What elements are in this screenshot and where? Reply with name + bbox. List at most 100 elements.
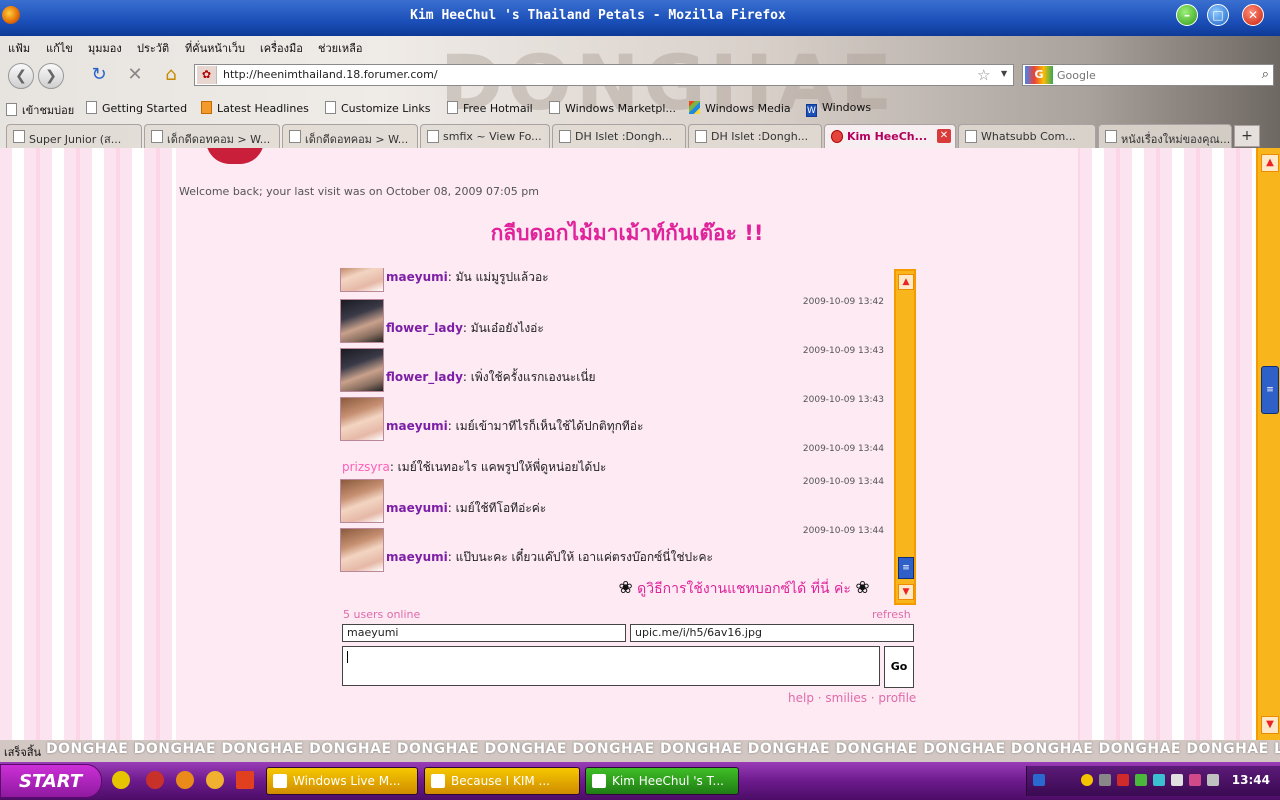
tray-icon[interactable] (1189, 774, 1201, 786)
tab-label: DH Islet :Dongh... (575, 130, 673, 143)
tab-dh-islet-1[interactable]: DH Islet :Dongh... (552, 124, 686, 148)
avatar[interactable] (340, 348, 384, 392)
menu-help[interactable]: ช่วยเหลือ (318, 39, 362, 57)
volume-icon[interactable] (1207, 774, 1219, 786)
menu-view[interactable]: มุมมอง (88, 39, 122, 57)
chat-username[interactable]: maeyumi (386, 501, 448, 515)
bookmark-most-visited[interactable]: เข้าชมบ่อย (6, 101, 74, 119)
bookmark-free-hotmail[interactable]: Free Hotmail (447, 101, 533, 115)
bookmark-star-icon[interactable]: ☆ (977, 66, 990, 84)
chat-username[interactable]: maeyumi (386, 550, 448, 564)
users-online[interactable]: 5 users online (343, 608, 420, 621)
chat-howto-link[interactable]: ❀ ดูวิธีการใช้งานแชทบอกซ์ได้ ที่นี่ ค่ะ … (176, 578, 1256, 600)
bookmark-getting-started[interactable]: Getting Started (86, 101, 187, 115)
scroll-down-icon[interactable]: ▼ (1261, 716, 1279, 734)
quicklaunch-icon[interactable] (206, 771, 224, 789)
status-text: เสร็จสิ้น (4, 746, 42, 759)
tab-dh-islet-2[interactable]: DH Islet :Dongh... (688, 124, 822, 148)
tray-icon[interactable] (1117, 774, 1129, 786)
clock[interactable]: 13:44 (1232, 773, 1270, 787)
chevron-down-icon[interactable]: ▼ (1001, 69, 1007, 78)
chat-username[interactable]: flower_lady (386, 370, 463, 384)
menu-edit[interactable]: แก้ไข (46, 39, 73, 57)
chat-username[interactable]: maeyumi (386, 270, 448, 284)
chat-scroll-thumb[interactable]: ≡ (898, 557, 914, 579)
bookmark-windows-marketplace[interactable]: Windows Marketpl... (549, 101, 676, 115)
chat-text: : เมย์เข้ามาทีไรก็เห็นใช้ได้ปกติทุกทีอ่ะ (447, 419, 644, 433)
folder-icon (6, 103, 17, 116)
bookmark-customize-links[interactable]: Customize Links (325, 101, 431, 115)
avatar[interactable] (340, 528, 384, 572)
forward-button[interactable]: ❯ (38, 63, 64, 89)
address-bar[interactable]: ✿ http://heenimthailand.18.forumer.com/ … (194, 64, 1014, 86)
scroll-up-icon[interactable]: ▲ (1261, 154, 1279, 172)
page-icon (549, 101, 560, 114)
howto-text[interactable]: ดูวิธีการใช้งานแชทบอกซ์ได้ ที่นี่ ค่ะ (637, 581, 851, 597)
quicklaunch-icon[interactable] (146, 771, 164, 789)
refresh-link[interactable]: refresh (872, 608, 911, 621)
tab-kim-heechul[interactable]: Kim HeeCh... ✕ (824, 124, 956, 148)
close-button[interactable]: ✕ (1242, 4, 1264, 26)
chat-username[interactable]: maeyumi (386, 419, 448, 433)
image-url-field[interactable]: upic.me/i/h5/6av16.jpg (630, 624, 914, 642)
tray-icon[interactable] (1135, 774, 1147, 786)
page-scrollbar[interactable]: ▲ ≡ ▼ (1256, 148, 1280, 740)
close-tab-icon[interactable]: ✕ (937, 129, 951, 143)
home-icon[interactable]: ⌂ (158, 63, 184, 89)
minimize-button[interactable]: – (1176, 4, 1198, 26)
chat-scrollbar[interactable]: ▲ ≡ ▼ (894, 269, 916, 605)
scroll-up-icon[interactable]: ▲ (898, 274, 914, 290)
tray-icon[interactable] (1171, 774, 1183, 786)
page-scroll-thumb[interactable]: ≡ (1261, 366, 1279, 414)
tray-icon[interactable] (1033, 774, 1045, 786)
tab-dekdee-1[interactable]: เด็กดีดอทคอม > W... (144, 124, 280, 148)
search-icon[interactable]: ⌕ (1262, 67, 1269, 82)
google-engine-icon[interactable]: G (1025, 66, 1053, 84)
tray-icon[interactable] (1099, 774, 1111, 786)
quicklaunch-icon[interactable] (112, 771, 130, 789)
bookmark-label: Getting Started (102, 102, 188, 115)
tab-favicon-icon (559, 130, 571, 143)
taskbar-item-because-i-kim[interactable]: Because I KIM ... (424, 767, 580, 795)
message-input[interactable] (342, 646, 880, 686)
search-input[interactable] (1057, 67, 1247, 83)
menu-bookmarks[interactable]: ที่คั่นหน้าเว็บ (185, 39, 245, 57)
tray-icon[interactable] (1153, 774, 1165, 786)
avatar[interactable] (340, 299, 384, 343)
chat-text: : มันเอ๋อยังไงอ่ะ (462, 321, 544, 335)
tab-smfix[interactable]: smfix ~ View Fo... (420, 124, 550, 148)
avatar[interactable] (340, 397, 384, 441)
tab-super-junior[interactable]: Super Junior (ส... (6, 124, 142, 148)
chat-text: : เมย์ใช้ทีโอทีอ่ะค่ะ (447, 501, 547, 515)
bookmark-latest-headlines[interactable]: Latest Headlines (201, 101, 309, 115)
quicklaunch-icon[interactable] (236, 771, 254, 789)
firefox-quicklaunch-icon[interactable] (176, 771, 194, 789)
back-button[interactable]: ❮ (8, 63, 34, 89)
chat-username[interactable]: prizsyra (342, 460, 390, 474)
taskbar-item-firefox[interactable]: Kim HeeChul 's T... (585, 767, 739, 795)
bookmark-windows[interactable]: W Windows (806, 101, 871, 117)
tab-new-movie[interactable]: หนังเรื่องใหม่ของคุณ... (1098, 124, 1232, 148)
tab-whatsubb[interactable]: Whatsubb Com... (958, 124, 1096, 148)
menu-file[interactable]: แฟ้ม (8, 39, 30, 57)
welcome-message: Welcome back; your last visit was on Oct… (179, 185, 539, 198)
reload-icon[interactable]: ↻ (86, 63, 112, 89)
stop-icon[interactable]: ✕ (122, 63, 148, 89)
address-url[interactable]: http://heenimthailand.18.forumer.com/ (223, 68, 438, 81)
avatar[interactable] (340, 479, 384, 523)
go-button[interactable]: Go (884, 646, 914, 688)
chat-username[interactable]: flower_lady (386, 321, 463, 335)
taskbar-item-windows-live[interactable]: Windows Live M... (266, 767, 418, 795)
search-bar[interactable]: G ⌕ (1022, 64, 1274, 86)
start-button[interactable]: START (0, 764, 102, 798)
nickname-field[interactable]: maeyumi (342, 624, 626, 642)
bookmark-windows-media[interactable]: Windows Media (689, 101, 791, 115)
menu-history[interactable]: ประวัติ (137, 39, 169, 57)
avatar[interactable] (340, 268, 384, 292)
tab-dekdee-2[interactable]: เด็กดีดอทคอม > W... (282, 124, 418, 148)
menu-tools[interactable]: เครื่องมือ (260, 39, 303, 57)
chat-footer-links[interactable]: help · smilies · profile (788, 691, 916, 705)
maximize-button[interactable]: □ (1207, 4, 1229, 26)
tray-icon[interactable] (1081, 774, 1093, 786)
new-tab-button[interactable]: + (1234, 125, 1260, 147)
